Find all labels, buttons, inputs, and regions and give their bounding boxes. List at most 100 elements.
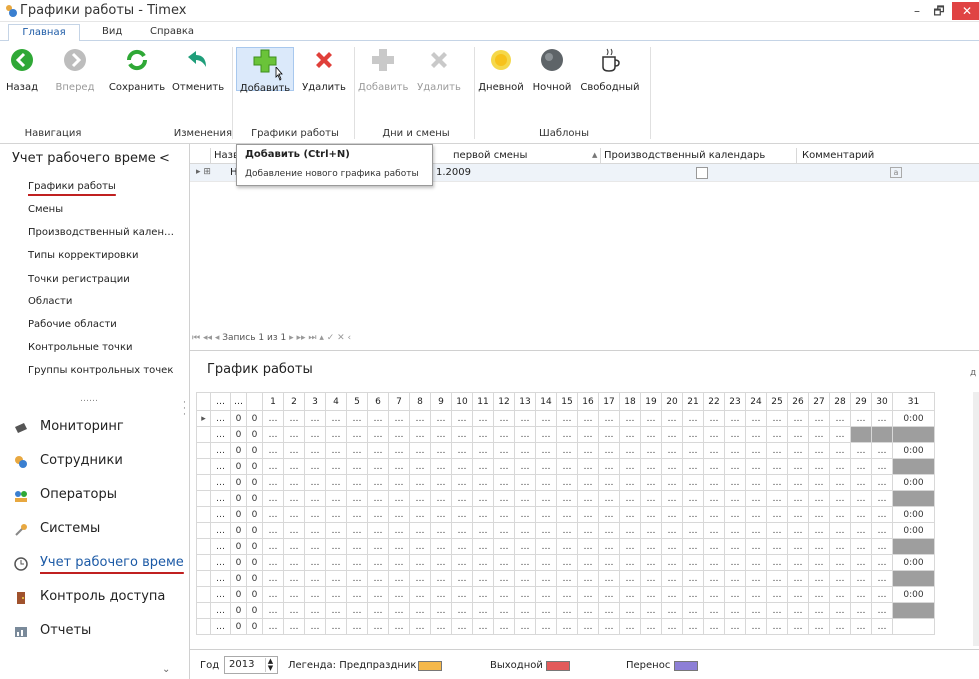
- day-cell[interactable]: …: [472, 442, 494, 459]
- day-cell[interactable]: …: [577, 442, 599, 459]
- row-indicator[interactable]: [196, 618, 211, 635]
- day-cell[interactable]: …: [640, 442, 662, 459]
- day-cell[interactable]: …: [682, 570, 704, 587]
- day-cell[interactable]: …: [703, 458, 725, 475]
- day-cell[interactable]: …: [388, 618, 410, 635]
- day-cell[interactable]: …: [850, 490, 872, 507]
- day-col-header[interactable]: 17: [598, 392, 620, 411]
- day-cell[interactable]: …: [535, 602, 557, 619]
- row-indicator[interactable]: ▸: [196, 410, 211, 427]
- day-cell[interactable]: …: [556, 474, 578, 491]
- day-cell[interactable]: …: [703, 506, 725, 523]
- day-cell[interactable]: …: [535, 538, 557, 555]
- day-cell[interactable]: …: [661, 474, 683, 491]
- schedule-cell[interactable]: …: [210, 554, 231, 571]
- schedule-scrollbar[interactable]: [973, 392, 979, 646]
- day-cell[interactable]: …: [808, 474, 830, 491]
- day-cell[interactable]: …: [766, 570, 788, 587]
- schedule-row[interactable]: … 0 0………………………………………………………………………………: [196, 538, 935, 555]
- day-cell[interactable]: …: [346, 410, 368, 427]
- day-cell[interactable]: …: [682, 522, 704, 539]
- day-cell[interactable]: …: [472, 586, 494, 603]
- day-cell[interactable]: …: [871, 506, 893, 523]
- day-cell[interactable]: …: [367, 554, 389, 571]
- day-cell[interactable]: …: [346, 618, 368, 635]
- schedule-cell[interactable]: …: [210, 490, 231, 507]
- schedule-cell[interactable]: 0: [246, 570, 263, 587]
- day-cell[interactable]: …: [367, 458, 389, 475]
- day-cell[interactable]: …: [430, 506, 452, 523]
- day-cell[interactable]: …: [451, 426, 473, 443]
- day-col-header[interactable]: 27: [808, 392, 830, 411]
- day-cell[interactable]: …: [598, 586, 620, 603]
- day-cell[interactable]: …: [493, 442, 515, 459]
- day-cell[interactable]: …: [556, 426, 578, 443]
- day-cell[interactable]: …: [325, 474, 347, 491]
- day-cell[interactable]: …: [430, 538, 452, 555]
- day-cell[interactable]: …: [871, 442, 893, 459]
- day-cell[interactable]: …: [619, 458, 641, 475]
- day-cell[interactable]: …: [346, 602, 368, 619]
- day-cell[interactable]: …: [577, 602, 599, 619]
- hours-cell[interactable]: 0:00: [892, 586, 935, 603]
- schedule-cell[interactable]: 0: [246, 474, 263, 491]
- row-indicator-header[interactable]: [196, 392, 211, 411]
- day-cell[interactable]: …: [283, 426, 305, 443]
- day-cell[interactable]: …: [409, 474, 431, 491]
- day-col-header[interactable]: 13: [514, 392, 536, 411]
- row-indicator[interactable]: [196, 538, 211, 555]
- day-cell[interactable]: …: [598, 426, 620, 443]
- day-cell[interactable]: …: [325, 458, 347, 475]
- day-cell[interactable]: …: [409, 506, 431, 523]
- day-cell[interactable]: …: [745, 570, 767, 587]
- day-cell[interactable]: …: [283, 410, 305, 427]
- day-cell[interactable]: …: [640, 410, 662, 427]
- calendar-checkbox[interactable]: [696, 167, 708, 179]
- day-cell[interactable]: …: [409, 426, 431, 443]
- day-cell[interactable]: …: [304, 458, 326, 475]
- day-cell[interactable]: …: [367, 586, 389, 603]
- schedule-row[interactable]: … 0 0………………………………………………………………………………: [196, 618, 935, 635]
- day-cell[interactable]: …: [304, 554, 326, 571]
- day-cell[interactable]: …: [304, 426, 326, 443]
- day-cell[interactable]: …: [283, 570, 305, 587]
- day-cell[interactable]: …: [367, 442, 389, 459]
- day-cell[interactable]: …: [829, 522, 851, 539]
- day-cell[interactable]: …: [493, 426, 515, 443]
- day-cell[interactable]: …: [577, 570, 599, 587]
- day-cell[interactable]: …: [619, 538, 641, 555]
- day-cell[interactable]: …: [262, 538, 284, 555]
- schedule-cell[interactable]: 0: [230, 522, 247, 539]
- day-cell[interactable]: …: [430, 522, 452, 539]
- day-cell[interactable]: …: [283, 554, 305, 571]
- day-cell[interactable]: …: [703, 602, 725, 619]
- day-cell[interactable]: …: [346, 538, 368, 555]
- day-cell[interactable]: …: [682, 538, 704, 555]
- day-cell[interactable]: …: [871, 602, 893, 619]
- schedule-cell[interactable]: 0: [246, 522, 263, 539]
- row-indicator[interactable]: [196, 506, 211, 523]
- day-cell[interactable]: …: [493, 522, 515, 539]
- day-cell[interactable]: …: [388, 554, 410, 571]
- schedule-cell[interactable]: 0: [230, 474, 247, 491]
- day-col-header[interactable]: 28: [829, 392, 851, 411]
- day-cell[interactable]: …: [724, 554, 746, 571]
- day-cell[interactable]: …: [556, 522, 578, 539]
- day-cell[interactable]: …: [493, 538, 515, 555]
- day-col-header[interactable]: 14: [535, 392, 557, 411]
- module-monitoring[interactable]: Мониторинг: [0, 411, 190, 445]
- day-cell[interactable]: …: [493, 618, 515, 635]
- day-cell[interactable]: …: [724, 458, 746, 475]
- day-cell[interactable]: …: [430, 442, 452, 459]
- day-cell[interactable]: …: [661, 426, 683, 443]
- schedule-row[interactable]: … 0 0………………………………………………………………………………: [196, 570, 935, 587]
- day-cell[interactable]: …: [619, 442, 641, 459]
- day-cell[interactable]: …: [304, 570, 326, 587]
- day-cell[interactable]: …: [283, 474, 305, 491]
- day-cell[interactable]: …: [388, 426, 410, 443]
- day-cell[interactable]: …: [850, 410, 872, 427]
- day-cell[interactable]: …: [472, 570, 494, 587]
- day-cell[interactable]: …: [829, 570, 851, 587]
- day-cell[interactable]: …: [514, 586, 536, 603]
- schedule-cell[interactable]: 0: [230, 570, 247, 587]
